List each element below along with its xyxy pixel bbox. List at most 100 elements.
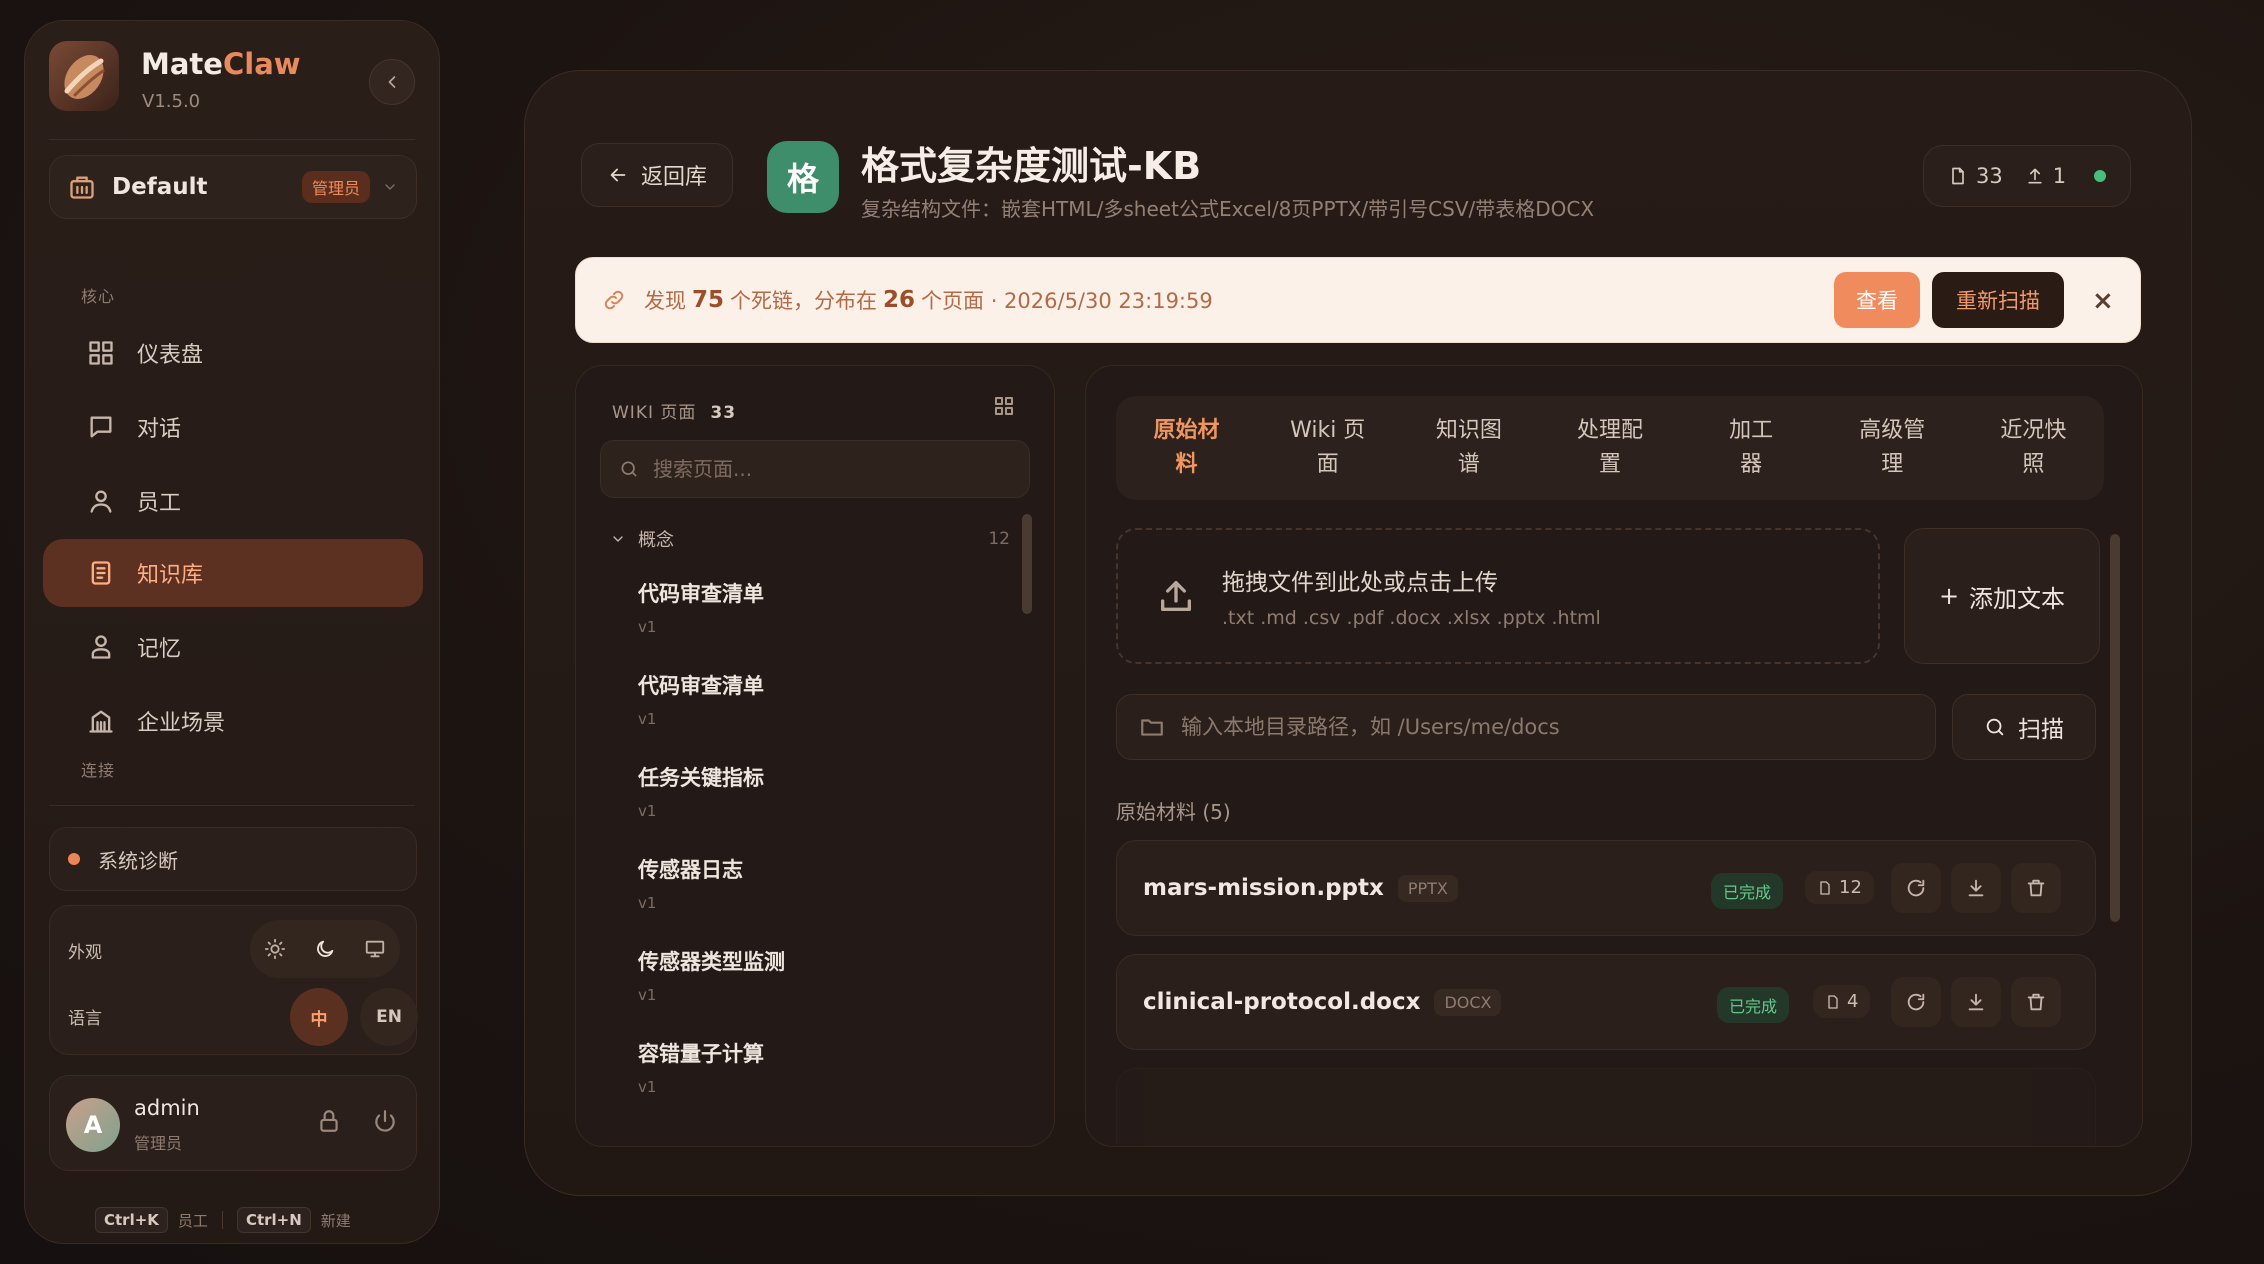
- upload-count: 1: [2052, 164, 2067, 188]
- add-text-button[interactable]: + 添加文本: [1904, 528, 2100, 664]
- directory-path-input[interactable]: [1181, 715, 1921, 739]
- section-label-core: 核心: [81, 287, 116, 306]
- lock-icon[interactable]: [316, 1108, 342, 1134]
- wiki-page-title: 代码审查清单: [638, 582, 764, 606]
- shortcut-label: 员工: [177, 1211, 208, 1230]
- sidebar-item-chat[interactable]: 对话: [43, 393, 423, 461]
- sidebar-item-label: 企业场景: [137, 711, 226, 736]
- tab-snapshots[interactable]: 近况快照: [1978, 414, 2088, 482]
- sidebar-item-label: 知识库: [137, 563, 204, 588]
- person-icon: [87, 487, 117, 515]
- reprocess-button[interactable]: [1891, 863, 1941, 913]
- table-row[interactable]: mars-mission.pptx PPTX 已完成 12: [1116, 840, 2096, 936]
- dead-link-alert: 发现 75 个死链，分布在 26 个页面 · 2026/5/30 23:19:5…: [575, 257, 2141, 343]
- sidebar-item-label: 员工: [137, 491, 182, 516]
- grid-view-icon[interactable]: [992, 394, 1016, 418]
- tab-knowledge-graph[interactable]: 知识图谱: [1414, 414, 1524, 482]
- language-en-button[interactable]: EN: [360, 988, 418, 1046]
- app-version: V1.5.0: [142, 91, 201, 112]
- file-name: mars-mission.pptx: [1143, 875, 1384, 901]
- reprocess-button[interactable]: [1891, 977, 1941, 1027]
- wiki-search-input[interactable]: [653, 457, 1013, 481]
- directory-path-field[interactable]: [1116, 694, 1936, 760]
- document-icon: [1948, 166, 1968, 186]
- wiki-page-title: 传感器日志: [638, 858, 743, 882]
- delete-button[interactable]: [2011, 863, 2061, 913]
- sidebar-item-enterprise-scenes[interactable]: 企业场景: [43, 687, 423, 755]
- wiki-search-field[interactable]: [600, 440, 1030, 498]
- affected-page-count: 26: [883, 287, 916, 313]
- avatar[interactable]: A: [66, 1098, 120, 1152]
- wiki-page-version: v1: [638, 1078, 657, 1096]
- plus-icon: +: [1938, 582, 1960, 610]
- rescan-button[interactable]: 重新扫描: [1932, 272, 2064, 328]
- wiki-page-version: v1: [638, 710, 657, 728]
- scrollbar[interactable]: [2110, 534, 2120, 922]
- sidebar-item-knowledge-base[interactable]: 知识库: [43, 539, 423, 607]
- chevron-down-icon: [382, 179, 398, 195]
- tab-raw-materials[interactable]: 原始材料: [1132, 414, 1242, 482]
- scan-button[interactable]: 扫描: [1952, 694, 2096, 760]
- list-item[interactable]: 传感器类型监测 v1: [638, 946, 1018, 1004]
- user-role: 管理员: [134, 1134, 183, 1153]
- alert-mid: 个死链，分布在: [730, 289, 878, 313]
- scrollbar[interactable]: [1022, 514, 1032, 614]
- download-button[interactable]: [1951, 863, 2001, 913]
- preferences-panel: 外观 语言 中 EN: [49, 905, 418, 1055]
- collapse-sidebar-button[interactable]: [369, 59, 415, 105]
- tab-processing-config[interactable]: 处理配置: [1555, 414, 1665, 482]
- download-button[interactable]: [1951, 977, 2001, 1027]
- group-count: 12: [988, 529, 1010, 549]
- role-badge: 管理员: [301, 171, 370, 203]
- close-icon[interactable]: ×: [2092, 286, 2114, 316]
- tab-processors[interactable]: 加工器: [1696, 414, 1806, 482]
- tab-advanced[interactable]: 高级管理: [1837, 414, 1947, 482]
- memory-person-icon: [87, 633, 117, 661]
- trash-icon: [2027, 993, 2045, 1011]
- system-diagnostics-button[interactable]: 系统诊断: [49, 827, 417, 891]
- shortcut-key: Ctrl+N: [236, 1207, 311, 1233]
- search-icon: [1984, 716, 2006, 738]
- file-drop-zone[interactable]: 拖拽文件到此处或点击上传 .txt .md .csv .pdf .docx .x…: [1116, 528, 1880, 664]
- doc-count: 33: [1976, 164, 2003, 188]
- wiki-count: 33: [710, 403, 737, 423]
- sidebar-item-employees[interactable]: 员工: [43, 467, 423, 535]
- scan-label: 扫描: [2018, 717, 2064, 743]
- folder-icon: [1139, 714, 1165, 740]
- back-to-library-button[interactable]: 返回库: [581, 143, 733, 207]
- sun-icon[interactable]: [264, 938, 286, 960]
- workspace-selector[interactable]: Default 管理员: [49, 155, 417, 219]
- power-icon[interactable]: [372, 1108, 398, 1134]
- building-icon: [68, 173, 96, 201]
- wiki-page-title: 容错量子计算: [638, 1042, 764, 1066]
- supported-formats: .txt .md .csv .pdf .docx .xlsx .pptx .ht…: [1222, 607, 1601, 629]
- document-icon: [1820, 880, 1830, 895]
- table-row[interactable]: [1116, 1068, 2096, 1146]
- wiki-group-header[interactable]: 概念 12: [610, 526, 1010, 552]
- language-zh-button[interactable]: 中: [290, 988, 348, 1046]
- view-dead-links-button[interactable]: 查看: [1834, 272, 1920, 328]
- list-item[interactable]: 传感器日志 v1: [638, 854, 1018, 912]
- sidebar-item-label: 对话: [137, 417, 182, 442]
- list-item[interactable]: 任务关键指标 v1: [638, 762, 1018, 820]
- moon-icon[interactable]: [314, 938, 336, 960]
- raw-materials-heading: 原始材料 (5): [1116, 800, 1231, 824]
- wiki-page-version: v1: [638, 894, 657, 912]
- sidebar-item-dashboard[interactable]: 仪表盘: [43, 319, 423, 387]
- sidebar-item-label: 仪表盘: [137, 343, 204, 368]
- raw-materials-panel: 原始材料 Wiki 页面 知识图谱 处理配置 加工器 高级管理 近况快照 拖拽文…: [1085, 365, 2143, 1147]
- list-item[interactable]: 代码审查清单 v1: [638, 670, 1018, 728]
- list-item[interactable]: 容错量子计算 v1: [638, 1038, 1018, 1096]
- table-row[interactable]: clinical-protocol.docx DOCX 已完成 4: [1116, 954, 2096, 1050]
- delete-button[interactable]: [2011, 977, 2061, 1027]
- sidebar-item-memory[interactable]: 记忆: [43, 613, 423, 681]
- kb-description: 复杂结构文件：嵌套HTML/多sheet公式Excel/8页PPTX/带引号CS…: [861, 197, 1595, 221]
- list-item[interactable]: 代码审查清单 v1: [638, 578, 1018, 636]
- theme-switcher: [250, 920, 400, 978]
- file-name: clinical-protocol.docx: [1143, 989, 1421, 1015]
- monitor-icon[interactable]: [364, 938, 386, 960]
- back-label: 返回库: [640, 165, 707, 190]
- tab-wiki-pages[interactable]: Wiki 页面: [1273, 414, 1383, 482]
- wiki-page-title: 代码审查清单: [638, 674, 764, 698]
- download-icon: [1968, 879, 1984, 897]
